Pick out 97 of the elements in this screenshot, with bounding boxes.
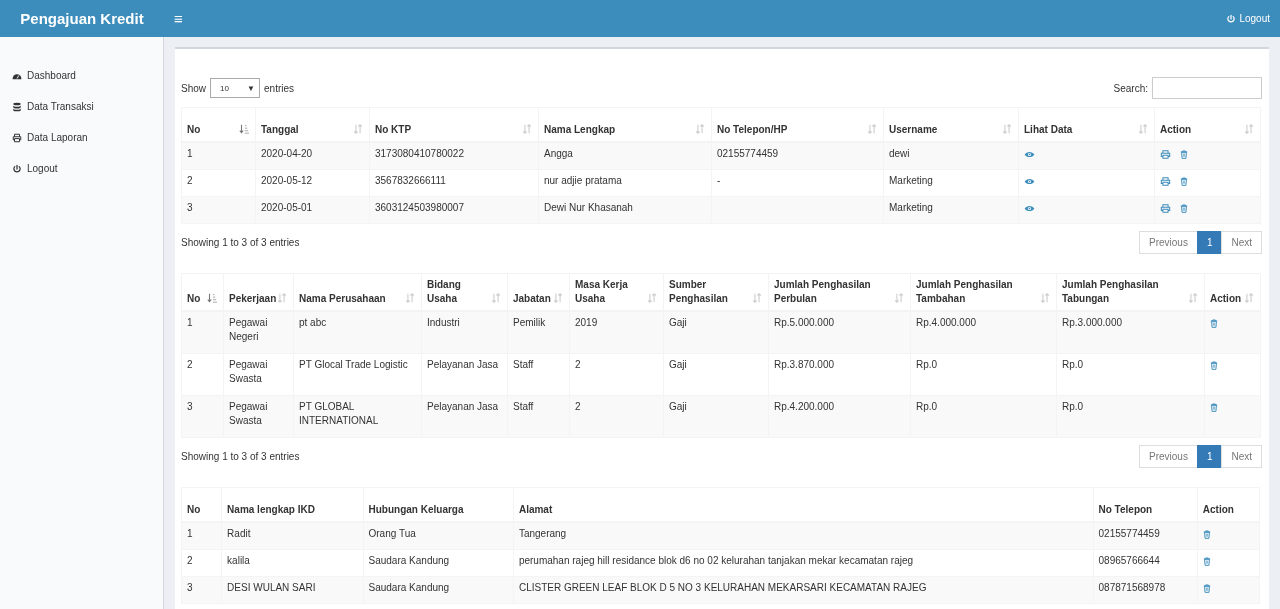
table-cell: 3	[181, 395, 224, 438]
table-cell: PT GLOBAL INTERNATIONAL	[293, 395, 422, 438]
table-cell: 2020-05-01	[255, 196, 370, 224]
table-cell: Tangerang	[513, 522, 1093, 550]
table-cell: 1	[181, 142, 256, 170]
page-number-button[interactable]: 1	[1196, 231, 1223, 254]
table-cell: Pegawai Swasta	[223, 353, 294, 396]
table-cell: Rp.5.000.000	[768, 311, 911, 354]
table-cell: 3567832666111	[369, 169, 539, 197]
trash-icon[interactable]	[1180, 177, 1188, 186]
table-cell: 3173080410780022	[369, 142, 539, 170]
table-cell: -	[711, 169, 884, 197]
table-cell: Gaji	[663, 353, 769, 396]
table-cell: 3603124503980007	[369, 196, 539, 224]
trash-icon[interactable]	[1180, 150, 1188, 159]
table-cell: PT Glocal Trade Logistic	[293, 353, 422, 396]
table-cell: Rp.0	[910, 353, 1057, 396]
menu-toggle-button[interactable]: ≡	[168, 10, 189, 27]
table-cell: 02155774459	[711, 142, 884, 170]
table-cell: perumahan rajeg hill residance blok d6 no 02 kelurahan tanjakan mekar kecamatan rajeg	[513, 549, 1093, 577]
table-cell: CLISTER GREEN LEAF BLOK D 5 NO 3 KELURAHAN MEKARSARI KECAMATAN RAJEG	[513, 576, 1093, 604]
printer-icon	[12, 132, 22, 143]
printer-icon[interactable]	[1160, 150, 1171, 159]
table-info-text: Showing 1 to 3 of 3 entries	[181, 451, 300, 462]
table-cell: Angga	[538, 142, 712, 170]
table-cell: 2020-05-12	[255, 169, 370, 197]
table-cell: 2	[569, 395, 664, 438]
table-cell: Rp.4.000.000	[910, 311, 1057, 354]
table-cell: 2	[181, 169, 256, 197]
table-cell: Staff	[507, 395, 570, 438]
eye-icon[interactable]	[1024, 150, 1035, 159]
table-cell: dewi	[883, 142, 1019, 170]
table-cell: nur adjie pratama	[538, 169, 712, 197]
table-cell: Dewi Nur Khasanah	[538, 196, 712, 224]
entries-dropdown[interactable]: 10 ▼	[210, 78, 260, 98]
table-cell: Pelayanan Jasa	[421, 353, 508, 396]
trash-icon[interactable]	[1202, 557, 1211, 566]
table-cell: Pegawai Swasta	[223, 395, 294, 438]
table-cell: Rp.3.870.000	[768, 353, 911, 396]
table-cell: 2	[569, 353, 664, 396]
table-cell: Orang Tua	[363, 522, 514, 550]
table-cell: pt abc	[293, 311, 422, 354]
trash-icon[interactable]	[1202, 584, 1211, 593]
trash-icon[interactable]	[1210, 361, 1218, 370]
printer-icon[interactable]	[1160, 177, 1171, 186]
database-icon	[12, 101, 22, 112]
page-number-button[interactable]: 1	[1196, 445, 1223, 468]
search-label: Search:	[1113, 82, 1148, 94]
table-cell: Marketing	[883, 169, 1019, 197]
eye-icon[interactable]	[1024, 177, 1035, 186]
table-cell: Radit	[221, 522, 363, 550]
sidebar-item[interactable]: Data Laporan	[0, 122, 88, 153]
power-icon	[12, 163, 22, 174]
logout-link[interactable]: Logout	[1226, 13, 1270, 24]
table-cell: Staff	[507, 353, 570, 396]
table-cell: Saudara Kandung	[363, 549, 514, 577]
table-cell: 087871568978	[1093, 576, 1198, 604]
trash-icon[interactable]	[1210, 319, 1218, 328]
table-cell: 08965766644	[1093, 549, 1198, 577]
table-cell: 1	[181, 522, 222, 550]
table-cell: 3	[181, 576, 222, 604]
table-cell: Marketing	[883, 196, 1019, 224]
table-cell: 1	[181, 311, 224, 354]
table-cell: 2019	[569, 311, 664, 354]
sidebar-item[interactable]: Dashboard	[0, 60, 76, 91]
table-cell: Rp.0	[910, 395, 1057, 438]
table-cell: Rp.3.000.000	[1056, 311, 1205, 354]
printer-icon[interactable]	[1160, 204, 1171, 213]
table-cell: Pemilik	[507, 311, 570, 354]
table-info-text: Showing 1 to 3 of 3 entries	[181, 237, 300, 248]
table-cell: 02155774459	[1093, 522, 1198, 550]
table-cell: Rp.0	[1056, 395, 1205, 438]
table-cell: Pelayanan Jasa	[421, 395, 508, 438]
table-cell: Gaji	[663, 311, 769, 354]
table-cell: Saudara Kandung	[363, 576, 514, 604]
trash-icon[interactable]	[1210, 403, 1218, 412]
sidebar-item[interactable]: Data Transaksi	[0, 91, 94, 122]
trash-icon[interactable]	[1180, 204, 1188, 213]
show-label: Show	[181, 82, 206, 94]
eye-icon[interactable]	[1024, 204, 1035, 213]
brand-title: Pengajuan Kredit	[19, 10, 145, 27]
table-cell: Pegawai Negeri	[223, 311, 294, 354]
table-cell: Gaji	[663, 395, 769, 438]
sidebar-item[interactable]: Logout	[0, 153, 58, 184]
table-cell: 2	[181, 549, 222, 577]
table-cell: Rp.4.200.000	[768, 395, 911, 438]
power-icon	[1226, 13, 1237, 24]
table-cell: Rp.0	[1056, 353, 1205, 396]
table-cell: 2020-04-20	[255, 142, 370, 170]
table-cell: kalila	[221, 549, 363, 577]
trash-icon[interactable]	[1202, 530, 1211, 539]
table-cell: 2	[181, 353, 224, 396]
search-field[interactable]	[1152, 77, 1262, 99]
table-cell: 3	[181, 196, 256, 224]
table-cell: Industri	[421, 311, 508, 354]
entries-label: entries	[264, 82, 295, 94]
table-cell: DESI WULAN SARI	[221, 576, 363, 604]
